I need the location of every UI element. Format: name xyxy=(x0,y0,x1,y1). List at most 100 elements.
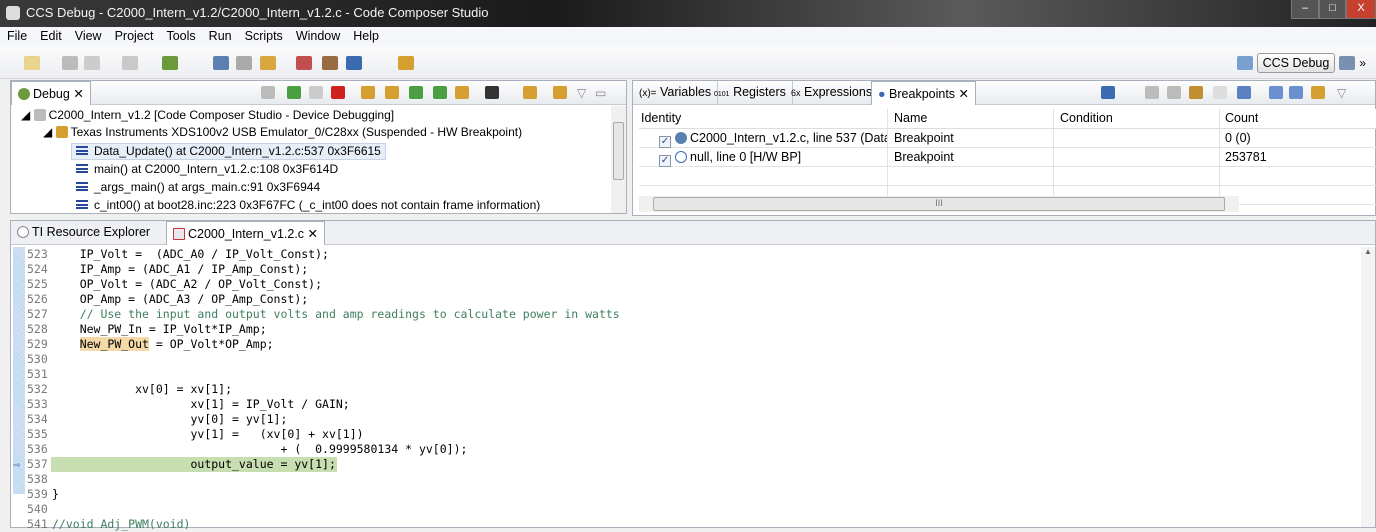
code-line[interactable]: 523 IP_Volt = (ADC_A0 / IP_Volt_Const); xyxy=(11,247,1363,262)
code-line[interactable]: 527 // Use the input and output volts an… xyxy=(11,307,1363,322)
code-line[interactable]: 536 + ( 0.9999580134 * yv[0]); xyxy=(11,442,1363,457)
view-menu-icon[interactable]: ▽ xyxy=(577,86,591,100)
code-line[interactable]: 538 xyxy=(11,472,1363,487)
remove-all-icon[interactable] xyxy=(1167,86,1181,99)
column-identity[interactable]: Identity xyxy=(641,111,681,125)
code-line[interactable]: 526 OP_Amp = (ADC_A3 / OP_Amp_Const); xyxy=(11,292,1363,307)
menu-scripts[interactable]: Scripts xyxy=(238,27,289,43)
reset-icon[interactable] xyxy=(485,86,499,99)
code-line[interactable]: 529 New_PW_Out = OP_Volt*OP_Amp; xyxy=(11,337,1363,352)
code-line[interactable]: 530 xyxy=(11,352,1363,367)
scroll-thumb[interactable]: III xyxy=(653,197,1225,211)
close-icon[interactable]: ✕ xyxy=(959,87,969,101)
tab-source-file[interactable]: C2000_Intern_v1.2.c ✕ xyxy=(166,221,326,245)
stack-frame-selected[interactable]: Data_Update() at C2000_Intern_v1.2.c:537… xyxy=(71,143,386,160)
view-menu-icon[interactable]: ▽ xyxy=(1337,86,1351,100)
terminate-icon[interactable] xyxy=(331,86,345,99)
collapse-all-icon[interactable] xyxy=(1289,86,1303,99)
remove-icon[interactable] xyxy=(1145,86,1159,99)
menu-tools[interactable]: Tools xyxy=(159,27,201,43)
expand-all-icon[interactable] xyxy=(1269,86,1283,99)
tab-registers[interactable]: 0101 Registers xyxy=(708,81,793,105)
close-button[interactable]: X xyxy=(1346,0,1376,19)
menu-run[interactable]: Run xyxy=(202,27,238,43)
column-count[interactable]: Count xyxy=(1225,111,1258,125)
stack-frame[interactable]: c_int00() at boot28.inc:223 0x3F67FC (_c… xyxy=(76,198,540,212)
column-name[interactable]: Name xyxy=(894,111,927,125)
table-row[interactable]: ✓ C2000_Intern_v1.2.c, line 537 (Data_U B… xyxy=(639,129,1376,148)
code-line[interactable]: 539} xyxy=(11,487,1363,502)
step-return-icon[interactable] xyxy=(455,86,469,99)
load-program-icon[interactable] xyxy=(260,56,276,70)
code-line[interactable]: 528 New_PW_In = IP_Volt*IP_Amp; xyxy=(11,322,1363,337)
refresh-icon[interactable] xyxy=(553,86,567,99)
horizontal-scrollbar[interactable]: III xyxy=(639,196,1239,212)
code-line[interactable]: 533 xv[1] = IP_Volt / GAIN; xyxy=(11,397,1363,412)
menu-file[interactable]: File xyxy=(0,27,33,43)
code-line[interactable]: 525 OP_Volt = (ADC_A2 / OP_Volt_Const); xyxy=(11,277,1363,292)
tab-variables[interactable]: (x)= Variables xyxy=(633,81,719,105)
code-line[interactable]: 532 xv[0] = xv[1]; xyxy=(11,382,1363,397)
open-perspective-icon[interactable] xyxy=(1236,56,1253,70)
suspend-icon[interactable] xyxy=(309,86,323,99)
column-condition[interactable]: Condition xyxy=(1060,111,1113,125)
save-icon[interactable] xyxy=(62,56,78,70)
code-line[interactable]: 524 IP_Amp = (ADC_A1 / IP_Amp_Const); xyxy=(11,262,1363,277)
tab-ti-resource-explorer[interactable]: TI Resource Explorer xyxy=(11,221,156,245)
close-icon[interactable]: ✕ xyxy=(308,227,318,241)
assembly-step-over-icon[interactable] xyxy=(433,86,447,99)
tab-expressions[interactable]: 6x Expressions xyxy=(785,81,880,105)
menu-edit[interactable]: Edit xyxy=(33,27,68,43)
tab-breakpoints[interactable]: ● Breakpoints ✕ xyxy=(871,81,977,105)
vertical-scrollbar[interactable] xyxy=(611,106,626,213)
goto-icon[interactable] xyxy=(1213,86,1227,99)
stack-frame[interactable]: main() at C2000_Intern_v1.2.c:108 0x3F61… xyxy=(76,162,338,176)
tab-debug[interactable]: Debug ✕ xyxy=(11,81,91,105)
enable-checkbox[interactable]: ✓ xyxy=(659,155,671,167)
tree-item-emulator[interactable]: ◢ Texas Instruments XDS100v2 USB Emulato… xyxy=(43,125,522,139)
step-into-icon[interactable] xyxy=(361,86,375,99)
menu-window[interactable]: Window xyxy=(289,27,346,43)
code-line[interactable]: 531 xyxy=(11,367,1363,382)
vertical-scrollbar[interactable]: ▲ xyxy=(1361,247,1375,527)
remove-terminated-icon[interactable] xyxy=(261,86,275,99)
new-breakpoint-icon[interactable] xyxy=(1101,86,1115,99)
code-line[interactable]: ⇨ 537 output_value = yv[1]; xyxy=(11,457,1363,472)
skip-all-icon[interactable] xyxy=(1237,86,1251,99)
resume-icon[interactable] xyxy=(287,86,301,99)
minimize-view-icon[interactable]: ▭ xyxy=(595,86,609,100)
debug-icon[interactable] xyxy=(162,56,178,70)
code-editor[interactable]: TI Resource Explorer C2000_Intern_v1.2.c… xyxy=(10,220,1376,531)
skip-breakpoints-icon[interactable] xyxy=(236,56,252,70)
code-line[interactable]: 540 xyxy=(11,502,1363,517)
print-icon[interactable] xyxy=(122,56,138,70)
menu-help[interactable]: Help xyxy=(346,27,385,43)
enable-checkbox[interactable]: ✓ xyxy=(659,136,671,148)
maximize-button[interactable]: □ xyxy=(1319,0,1346,19)
menu-view[interactable]: View xyxy=(68,27,108,43)
breakpoint-icon[interactable] xyxy=(296,56,312,70)
stack-frame[interactable]: _args_main() at args_main.c:91 0x3F6944 xyxy=(76,180,320,194)
code-line[interactable]: 534 yv[0] = yv[1]; xyxy=(11,412,1363,427)
terminate-icon[interactable] xyxy=(213,56,229,70)
tree-item-project[interactable]: ◢ C2000_Intern_v1.2 [Code Composer Studi… xyxy=(21,108,394,122)
tool-icon[interactable] xyxy=(322,56,338,70)
close-icon[interactable]: ✕ xyxy=(73,87,83,101)
perspective-ccs-debug[interactable]: CCS Debug xyxy=(1256,53,1336,73)
table-row[interactable]: ✓ null, line 0 [H/W BP] Breakpoint 253781 xyxy=(639,148,1376,167)
menu-project[interactable]: Project xyxy=(108,27,160,43)
restart-icon[interactable] xyxy=(523,86,537,99)
search-icon[interactable] xyxy=(398,56,414,70)
save-all-icon[interactable] xyxy=(84,56,100,70)
perspective-edit-icon[interactable] xyxy=(1339,56,1356,70)
minimize-button[interactable]: – xyxy=(1291,0,1319,19)
more-perspectives[interactable]: » xyxy=(1359,56,1366,70)
watch-icon[interactable] xyxy=(346,56,362,70)
new-icon[interactable] xyxy=(24,56,40,70)
assembly-step-into-icon[interactable] xyxy=(409,86,423,99)
code-line[interactable]: 535 yv[1] = (xv[0] + xv[1]) xyxy=(11,427,1363,442)
step-over-icon[interactable] xyxy=(385,86,399,99)
properties-icon[interactable] xyxy=(1189,86,1203,99)
code-line[interactable]: 541 //void Adj_PWM(void) xyxy=(11,517,1363,532)
link-icon[interactable] xyxy=(1311,86,1325,99)
